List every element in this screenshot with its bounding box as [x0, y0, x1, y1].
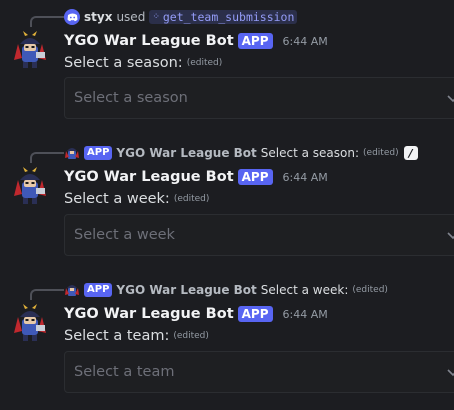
timestamp: 6:44 AM — [282, 34, 328, 48]
chevron-down-icon — [447, 232, 454, 240]
message-content: Select a week: (edited) — [64, 189, 209, 209]
discord-avatar-icon — [64, 9, 80, 25]
message-2: APP YGO War League Bot Select a season: … — [0, 136, 454, 266]
message-content: Select a team: (edited) — [64, 326, 209, 346]
command-label: get_team_submission — [162, 10, 295, 24]
week-select[interactable]: Select a week — [64, 214, 454, 256]
reply-connector — [30, 16, 64, 27]
reply-text: Select a week: — [260, 283, 349, 297]
app-badge: APP — [237, 33, 273, 49]
reply-reference[interactable]: APP YGO War League Bot Select a week: (e… — [64, 281, 388, 299]
message-text: Select a team: — [64, 328, 170, 344]
command-user[interactable]: styx — [84, 10, 112, 24]
select-placeholder: Select a team — [74, 364, 175, 380]
timestamp: 6:44 AM — [282, 307, 328, 321]
edited-label: (edited) — [186, 58, 223, 68]
chevron-down-icon — [447, 95, 454, 103]
message-1: styx used ⁘ get_team_submission YGO War … — [0, 0, 454, 130]
team-select[interactable]: Select a team — [64, 351, 454, 393]
command-name[interactable]: ⁘ get_team_submission — [149, 10, 298, 24]
message-header: YGO War League Bot APP 6:44 AM — [64, 304, 328, 324]
command-reference[interactable]: styx used ⁘ get_team_submission — [64, 8, 298, 26]
app-badge: APP — [237, 169, 273, 185]
author-name[interactable]: YGO War League Bot — [64, 306, 234, 322]
bot-avatar-icon[interactable] — [10, 166, 50, 206]
bot-avatar-icon[interactable] — [10, 303, 50, 343]
message-text: Select a week: — [64, 191, 170, 207]
chevron-down-icon — [447, 369, 454, 377]
edited-label: (edited) — [173, 194, 210, 204]
edited-label: (edited) — [352, 285, 388, 295]
select-placeholder: Select a season — [74, 90, 188, 106]
reply-connector — [30, 152, 64, 163]
bot-avatar-icon[interactable] — [10, 30, 50, 70]
reply-reference[interactable]: APP YGO War League Bot Select a season: … — [64, 144, 418, 162]
author-name[interactable]: YGO War League Bot — [64, 169, 234, 185]
message-header: YGO War League Bot APP 6:44 AM — [64, 31, 328, 51]
edited-label: (edited) — [363, 148, 399, 158]
reply-connector — [30, 289, 64, 300]
app-badge: APP — [237, 306, 273, 322]
bot-avatar-icon — [65, 148, 79, 159]
command-icon: ⁘ — [152, 12, 160, 22]
author-name[interactable]: YGO War League Bot — [64, 33, 234, 49]
slash-command-icon: / — [403, 146, 418, 160]
app-badge: APP — [84, 283, 113, 297]
used-label: used — [116, 10, 146, 24]
message-text: Select a season: — [64, 55, 183, 71]
reply-author[interactable]: YGO War League Bot — [116, 146, 256, 160]
edited-label: (edited) — [173, 331, 209, 341]
message-content: Select a season: (edited) — [64, 53, 222, 73]
message-header: YGO War League Bot APP 6:44 AM — [64, 167, 328, 187]
app-badge: APP — [84, 146, 113, 160]
message-3: APP YGO War League Bot Select a week: (e… — [0, 273, 454, 403]
reply-text: Select a season: — [260, 146, 360, 160]
bot-avatar-icon — [65, 285, 79, 296]
reply-author[interactable]: YGO War League Bot — [116, 283, 256, 297]
season-select[interactable]: Select a season — [64, 77, 454, 119]
timestamp: 6:44 AM — [282, 170, 328, 184]
select-placeholder: Select a week — [74, 227, 175, 243]
